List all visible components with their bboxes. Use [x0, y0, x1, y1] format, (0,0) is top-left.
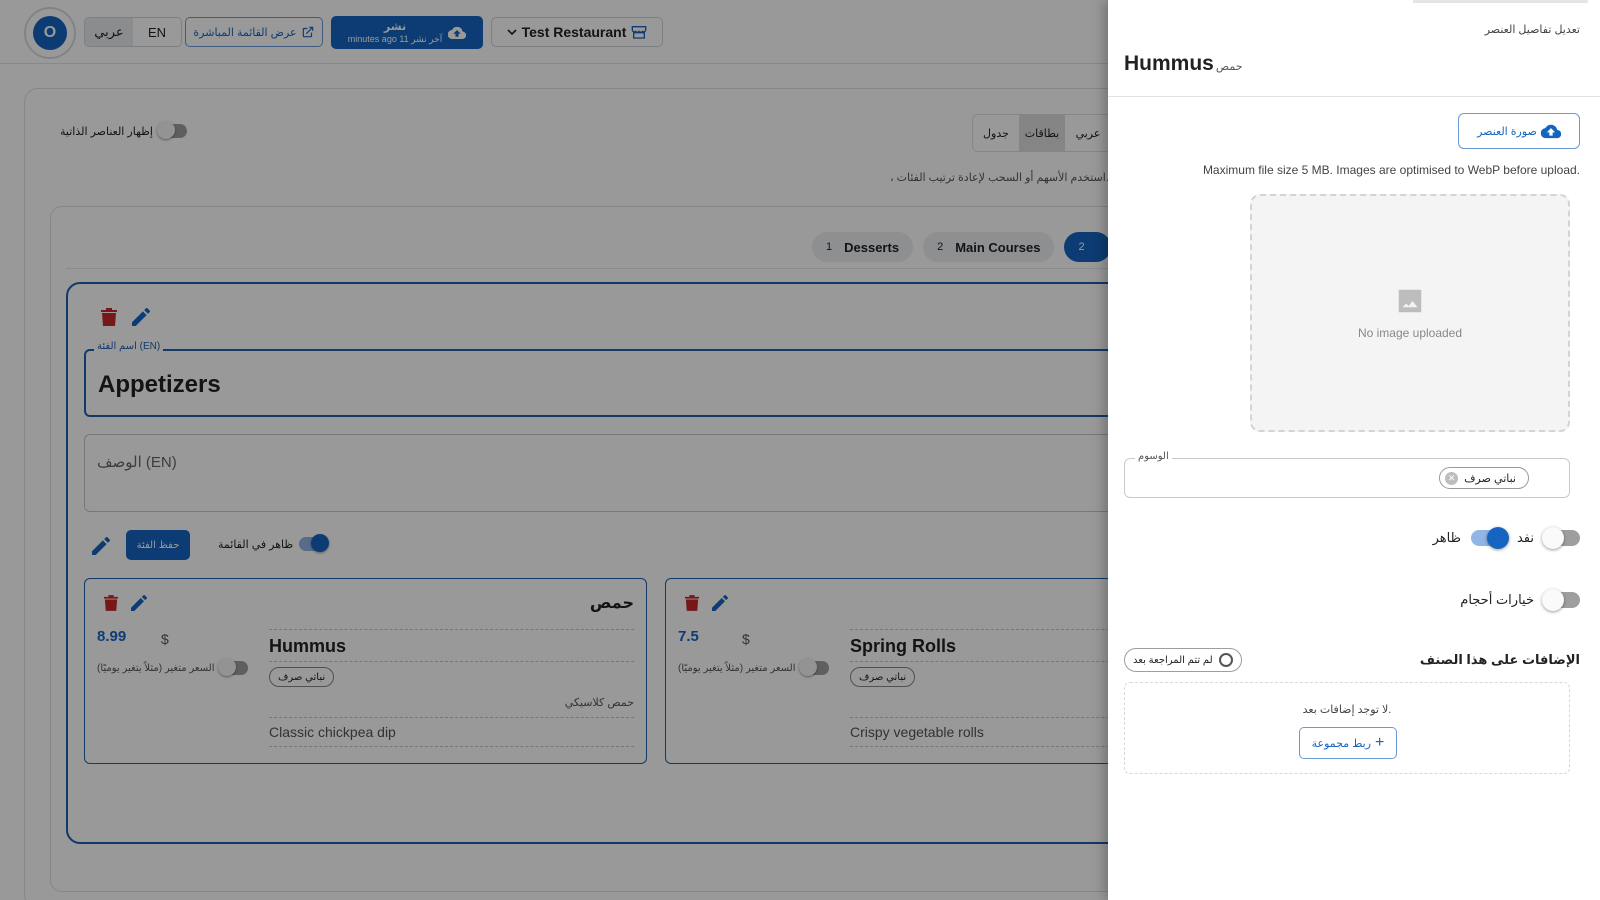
plus-icon: +: [1375, 734, 1385, 751]
divider: [1108, 96, 1600, 97]
status-toggles: ظاهر نفد: [1432, 527, 1580, 549]
tags-field[interactable]: الوسوم ✕ نباتي صرف: [1124, 451, 1570, 498]
upload-label: صورة العنصر: [1477, 125, 1537, 138]
visible-label: ظاهر: [1432, 530, 1461, 545]
no-image-text: No image uploaded: [1357, 326, 1463, 340]
file-size-note: Maximum file size 5 MB. Images are optim…: [1202, 163, 1580, 177]
drawer-subtitle: تعديل تفاصيل العنصر: [1484, 24, 1580, 36]
addons-title: الإضافات على هذا الصنف: [1419, 652, 1580, 667]
review-status-label: لم تتم المراجعة بعد: [1133, 654, 1213, 666]
sold-out-label: نفد: [1516, 530, 1534, 545]
drawer-title-en: Hummus: [1124, 52, 1214, 75]
sold-out-switch[interactable]: [1542, 527, 1580, 549]
drawer-handle: [1413, 0, 1588, 3]
review-radio-icon: [1218, 653, 1233, 667]
edit-item-drawer: تعديل تفاصيل العنصر Hummus حمص صورة العن…: [1108, 0, 1600, 900]
review-status-chip[interactable]: لم تتم المراجعة بعد: [1124, 648, 1242, 672]
cloud-upload-icon: [1540, 124, 1561, 138]
tag-chip: ✕ نباتي صرف: [1439, 467, 1529, 489]
size-options-switch[interactable]: [1542, 589, 1580, 611]
size-options-label: خيارات أحجام: [1460, 592, 1534, 607]
link-group-label: ربط مجموعة: [1311, 737, 1372, 750]
link-group-button[interactable]: ربط مجموعة +: [1299, 727, 1397, 759]
visible-switch[interactable]: [1470, 527, 1509, 549]
addons-empty-text: لا توجد إضافات بعد.: [1302, 704, 1392, 716]
image-dropzone[interactable]: No image uploaded: [1250, 194, 1570, 432]
modal-backdrop[interactable]: [0, 0, 1108, 900]
addons-list: لا توجد إضافات بعد. ربط مجموعة +: [1124, 682, 1570, 774]
tag-chip-label: نباتي صرف: [1464, 472, 1516, 485]
image-placeholder-icon: [1398, 289, 1422, 313]
tags-label: الوسوم: [1135, 451, 1172, 462]
size-options-row: خيارات أحجام: [1460, 589, 1580, 611]
upload-item-image-button[interactable]: صورة العنصر: [1458, 113, 1580, 149]
drawer-title: Hummus حمص: [1124, 52, 1243, 76]
drawer-title-ar: حمص: [1215, 61, 1243, 73]
remove-tag-icon[interactable]: ✕: [1445, 471, 1459, 485]
